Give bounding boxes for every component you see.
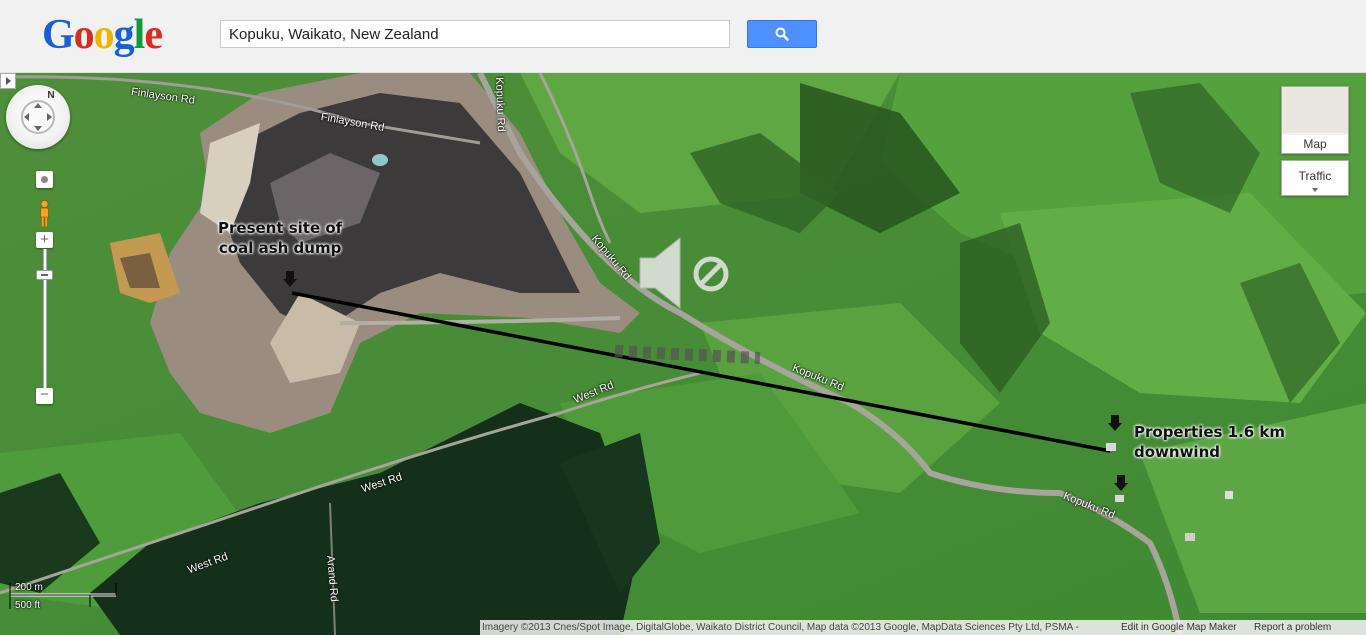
magnifier-icon (775, 27, 789, 41)
map-type-label: Map (1282, 135, 1348, 153)
logo-letter-l: l (133, 12, 146, 58)
search-input[interactable] (220, 20, 730, 48)
logo-letter-g2: g (113, 12, 135, 58)
north-label[interactable]: N (43, 90, 59, 102)
pan-right-icon[interactable] (47, 113, 52, 121)
logo-letter-o1: o (73, 12, 95, 58)
properties-annotation-line2: downwind (1134, 443, 1220, 461)
properties-annotation: Properties 1.6 km downwind (1134, 422, 1285, 462)
map-type-preview (1282, 87, 1348, 133)
pan-control[interactable]: N (6, 85, 70, 149)
logo-letter-o2: o (93, 12, 115, 58)
report-problem-link[interactable]: Report a problem (1254, 620, 1331, 635)
top-header: Google (0, 0, 1366, 73)
scale-imperial-label: 500 ft (15, 600, 41, 611)
site-annotation: Present site of coal ash dump (218, 218, 342, 258)
map-type-button[interactable]: Map (1281, 86, 1349, 154)
edit-map-maker-link[interactable]: Edit in Google Map Maker (1121, 620, 1237, 635)
road-label-vertical: Kopuku Rd (493, 77, 507, 132)
pan-down-icon[interactable] (34, 126, 42, 131)
scale-metric-label: 200 m (15, 582, 43, 593)
site-annotation-line1: Present site of (218, 219, 343, 237)
pan-left-icon[interactable] (24, 113, 29, 121)
pan-up-icon[interactable] (34, 103, 42, 108)
chevron-down-icon (1312, 188, 1318, 192)
logo-letter-e: e (144, 12, 163, 58)
properties-annotation-line1: Properties 1.6 km (1134, 423, 1286, 441)
zoom-in-button[interactable]: + (36, 232, 53, 248)
search-button[interactable] (747, 20, 817, 48)
logo-letter-g: G (42, 12, 75, 58)
zoom-slider-thumb[interactable] (36, 270, 53, 281)
google-logo[interactable]: Google (42, 10, 163, 60)
pegman-icon[interactable] (36, 199, 53, 229)
map-footer: Imagery ©2013 Cnes/Spot Image, DigitalGl… (480, 620, 1366, 635)
rotate-icon[interactable] (36, 171, 53, 188)
collapse-panel-button[interactable] (0, 73, 16, 89)
zoom-out-button[interactable]: − (36, 387, 53, 404)
site-annotation-line2: coal ash dump (218, 239, 342, 257)
map-attribution: Imagery ©2013 Cnes/Spot Image, DigitalGl… (482, 622, 1079, 633)
traffic-label: Traffic (1298, 169, 1332, 183)
traffic-button[interactable]: Traffic (1281, 160, 1349, 196)
satellite-map[interactable]: Finlayson Rd Finlayson Rd Kopuku Rd Kopu… (0, 73, 1366, 635)
satellite-imagery[interactable] (0, 73, 1366, 635)
scale-bar: 200 m 500 ft (8, 581, 118, 611)
